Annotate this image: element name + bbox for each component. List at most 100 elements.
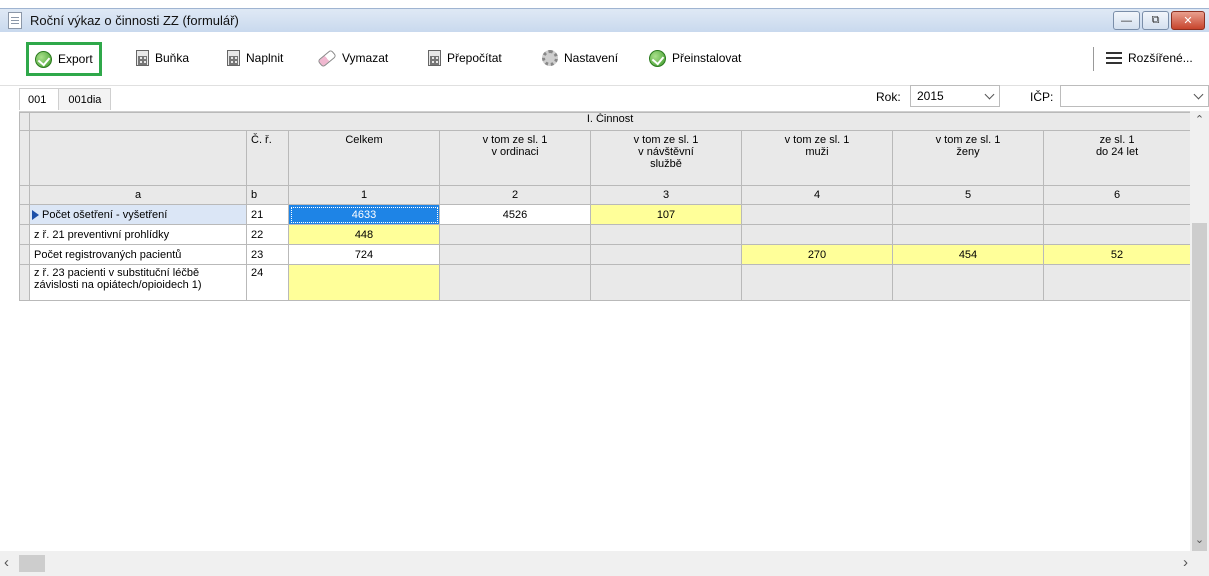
grid-cell[interactable] bbox=[288, 264, 440, 301]
chevron-down-icon bbox=[984, 89, 995, 100]
scroll-down-icon[interactable]: ⌄ bbox=[1190, 533, 1209, 549]
vymazat-button[interactable]: Vymazat bbox=[317, 45, 389, 71]
naplnit-button[interactable]: Naplnit bbox=[227, 45, 283, 71]
col-header-2-line: v ordinaci bbox=[491, 146, 539, 158]
preinstalovat-button[interactable]: Přeinstalovat bbox=[649, 45, 741, 71]
grid-cell[interactable]: 4633 bbox=[288, 204, 440, 225]
current-row-arrow-icon bbox=[32, 210, 39, 220]
grid-cell[interactable] bbox=[439, 264, 591, 301]
grid-cell[interactable] bbox=[892, 204, 1044, 225]
scroll-up-icon[interactable]: ⌃ bbox=[1190, 113, 1209, 129]
grid-cell[interactable] bbox=[1042, 204, 1190, 225]
index-b: b bbox=[246, 185, 289, 205]
rozsirene-label: Rozšířené... bbox=[1128, 51, 1193, 65]
index-col-5: 5 bbox=[892, 185, 1044, 205]
col-header-6-line: do 24 let bbox=[1095, 146, 1139, 158]
window-controls: — ⧉ ✕ bbox=[1113, 11, 1205, 30]
preinstalovat-label: Přeinstalovat bbox=[672, 51, 742, 65]
vertical-scroll-thumb[interactable] bbox=[1192, 223, 1207, 551]
row-header[interactable] bbox=[19, 244, 30, 265]
restore-button[interactable]: ⧉ bbox=[1142, 11, 1169, 30]
group-header-row: I. Činnost bbox=[19, 112, 1190, 131]
menu-icon bbox=[1106, 52, 1122, 64]
grid-cell[interactable]: 107 bbox=[590, 204, 742, 225]
corner-cell bbox=[19, 130, 30, 186]
index-col-6: 6 bbox=[1042, 185, 1190, 205]
grid-cell[interactable] bbox=[439, 244, 591, 265]
close-button[interactable]: ✕ bbox=[1171, 11, 1205, 30]
grid-cell[interactable] bbox=[741, 224, 893, 245]
nastaveni-button[interactable]: Nastavení bbox=[542, 45, 618, 71]
rozsirene-button[interactable]: Rozšířené... bbox=[1106, 45, 1193, 71]
grid-cell[interactable]: 52 bbox=[1042, 244, 1190, 265]
row-label-text: Počet ošetření - vyšetření bbox=[42, 208, 168, 221]
horizontal-scrollbar[interactable]: ‹ › bbox=[0, 551, 1209, 576]
table-row[interactable]: z ř. 23 pacienti v substituční léčbě záv… bbox=[19, 264, 1190, 301]
grid-cell[interactable] bbox=[590, 244, 742, 265]
rok-value: 2015 bbox=[917, 89, 944, 103]
prepocitat-button[interactable]: Přepočítat bbox=[428, 45, 502, 71]
scroll-right-icon[interactable]: › bbox=[1183, 554, 1188, 571]
window-title-bar: Roční výkaz o činnosti ZZ (formulář) — ⧉… bbox=[0, 8, 1209, 32]
grid-cell[interactable] bbox=[892, 224, 1044, 245]
toolbar: Export Buňka Naplnit Vymazat Přepočítat … bbox=[0, 33, 1209, 86]
rok-select[interactable]: 2015 bbox=[910, 85, 1000, 107]
row-label-line: z ř. 23 pacienti v substituční léčbě bbox=[34, 267, 200, 279]
corner-cell bbox=[19, 112, 30, 131]
col-header-5: v tom ze sl. 1 ženy bbox=[892, 130, 1044, 186]
grid-cell[interactable] bbox=[892, 264, 1044, 301]
green-check-icon bbox=[649, 49, 666, 67]
row-label: Počet registrovaných pacientů bbox=[29, 244, 247, 265]
bunka-label: Buňka bbox=[155, 51, 190, 65]
tab-001[interactable]: 001 bbox=[19, 88, 60, 110]
index-row: a b 1 2 3 4 5 6 bbox=[19, 185, 1190, 205]
row-header[interactable] bbox=[19, 264, 30, 301]
icp-select[interactable] bbox=[1060, 85, 1209, 107]
grid-cell[interactable]: 448 bbox=[288, 224, 440, 245]
col-header-4-line: muži bbox=[805, 146, 829, 158]
tab-001dia[interactable]: 001dia bbox=[59, 88, 112, 110]
index-a: a bbox=[29, 185, 247, 205]
table-row[interactable]: Počet ošetření - vyšetření 21 4633 4526 … bbox=[19, 204, 1190, 225]
horizontal-scroll-thumb[interactable] bbox=[19, 555, 45, 572]
col-header-4: v tom ze sl. 1 muži bbox=[741, 130, 893, 186]
row-header[interactable] bbox=[19, 224, 30, 245]
row-header[interactable] bbox=[19, 204, 30, 225]
nastaveni-label: Nastavení bbox=[564, 51, 619, 65]
grid-cell[interactable] bbox=[741, 204, 893, 225]
grid-cell[interactable]: 724 bbox=[288, 244, 440, 265]
grid-cell[interactable] bbox=[1042, 224, 1190, 245]
grid-cell[interactable]: 454 bbox=[892, 244, 1044, 265]
index-col-4: 4 bbox=[741, 185, 893, 205]
table-row[interactable]: Počet registrovaných pacientů 23 724 270… bbox=[19, 244, 1190, 265]
row-cr: 21 bbox=[246, 204, 289, 225]
grid-cell[interactable] bbox=[590, 224, 742, 245]
bunka-button[interactable]: Buňka bbox=[136, 45, 189, 71]
grid-cell[interactable]: 270 bbox=[741, 244, 893, 265]
col-header-3: v tom ze sl. 1 v návštěvní službě bbox=[590, 130, 742, 186]
scroll-left-icon[interactable]: ‹ bbox=[4, 554, 9, 571]
table-row[interactable]: z ř. 21 preventivní prohlídky 22 448 bbox=[19, 224, 1190, 245]
grid-cell[interactable] bbox=[741, 264, 893, 301]
window-title: Roční výkaz o činnosti ZZ (formulář) bbox=[30, 13, 239, 28]
sheet-tabs: 001 001dia bbox=[19, 88, 112, 110]
corner-cell bbox=[19, 185, 30, 205]
chevron-down-icon bbox=[1193, 89, 1204, 100]
grid-cell[interactable]: 4526 bbox=[439, 204, 591, 225]
col-header-3-line: v návštěvní bbox=[638, 146, 694, 158]
minimize-button[interactable]: — bbox=[1113, 11, 1140, 30]
col-header-5-line: ženy bbox=[956, 146, 980, 158]
column-header-row: Č. ř. Celkem v tom ze sl. 1 v ordinaci v… bbox=[19, 130, 1190, 186]
grid-cell[interactable] bbox=[1042, 264, 1190, 301]
col-header-1-line: Celkem bbox=[345, 134, 383, 146]
vertical-scrollbar[interactable]: ⌃ ⌄ bbox=[1190, 111, 1209, 551]
col-header-1: Celkem bbox=[288, 130, 440, 186]
col-header-2: v tom ze sl. 1 v ordinaci bbox=[439, 130, 591, 186]
eraser-icon bbox=[317, 48, 337, 68]
grid-cell[interactable] bbox=[439, 224, 591, 245]
row-label-line: závislosti na opiátech/opioidech 1) bbox=[34, 279, 202, 291]
grid-cell[interactable] bbox=[590, 264, 742, 301]
export-button[interactable]: Export bbox=[26, 42, 102, 76]
index-col-3: 3 bbox=[590, 185, 742, 205]
vymazat-label: Vymazat bbox=[342, 51, 389, 65]
